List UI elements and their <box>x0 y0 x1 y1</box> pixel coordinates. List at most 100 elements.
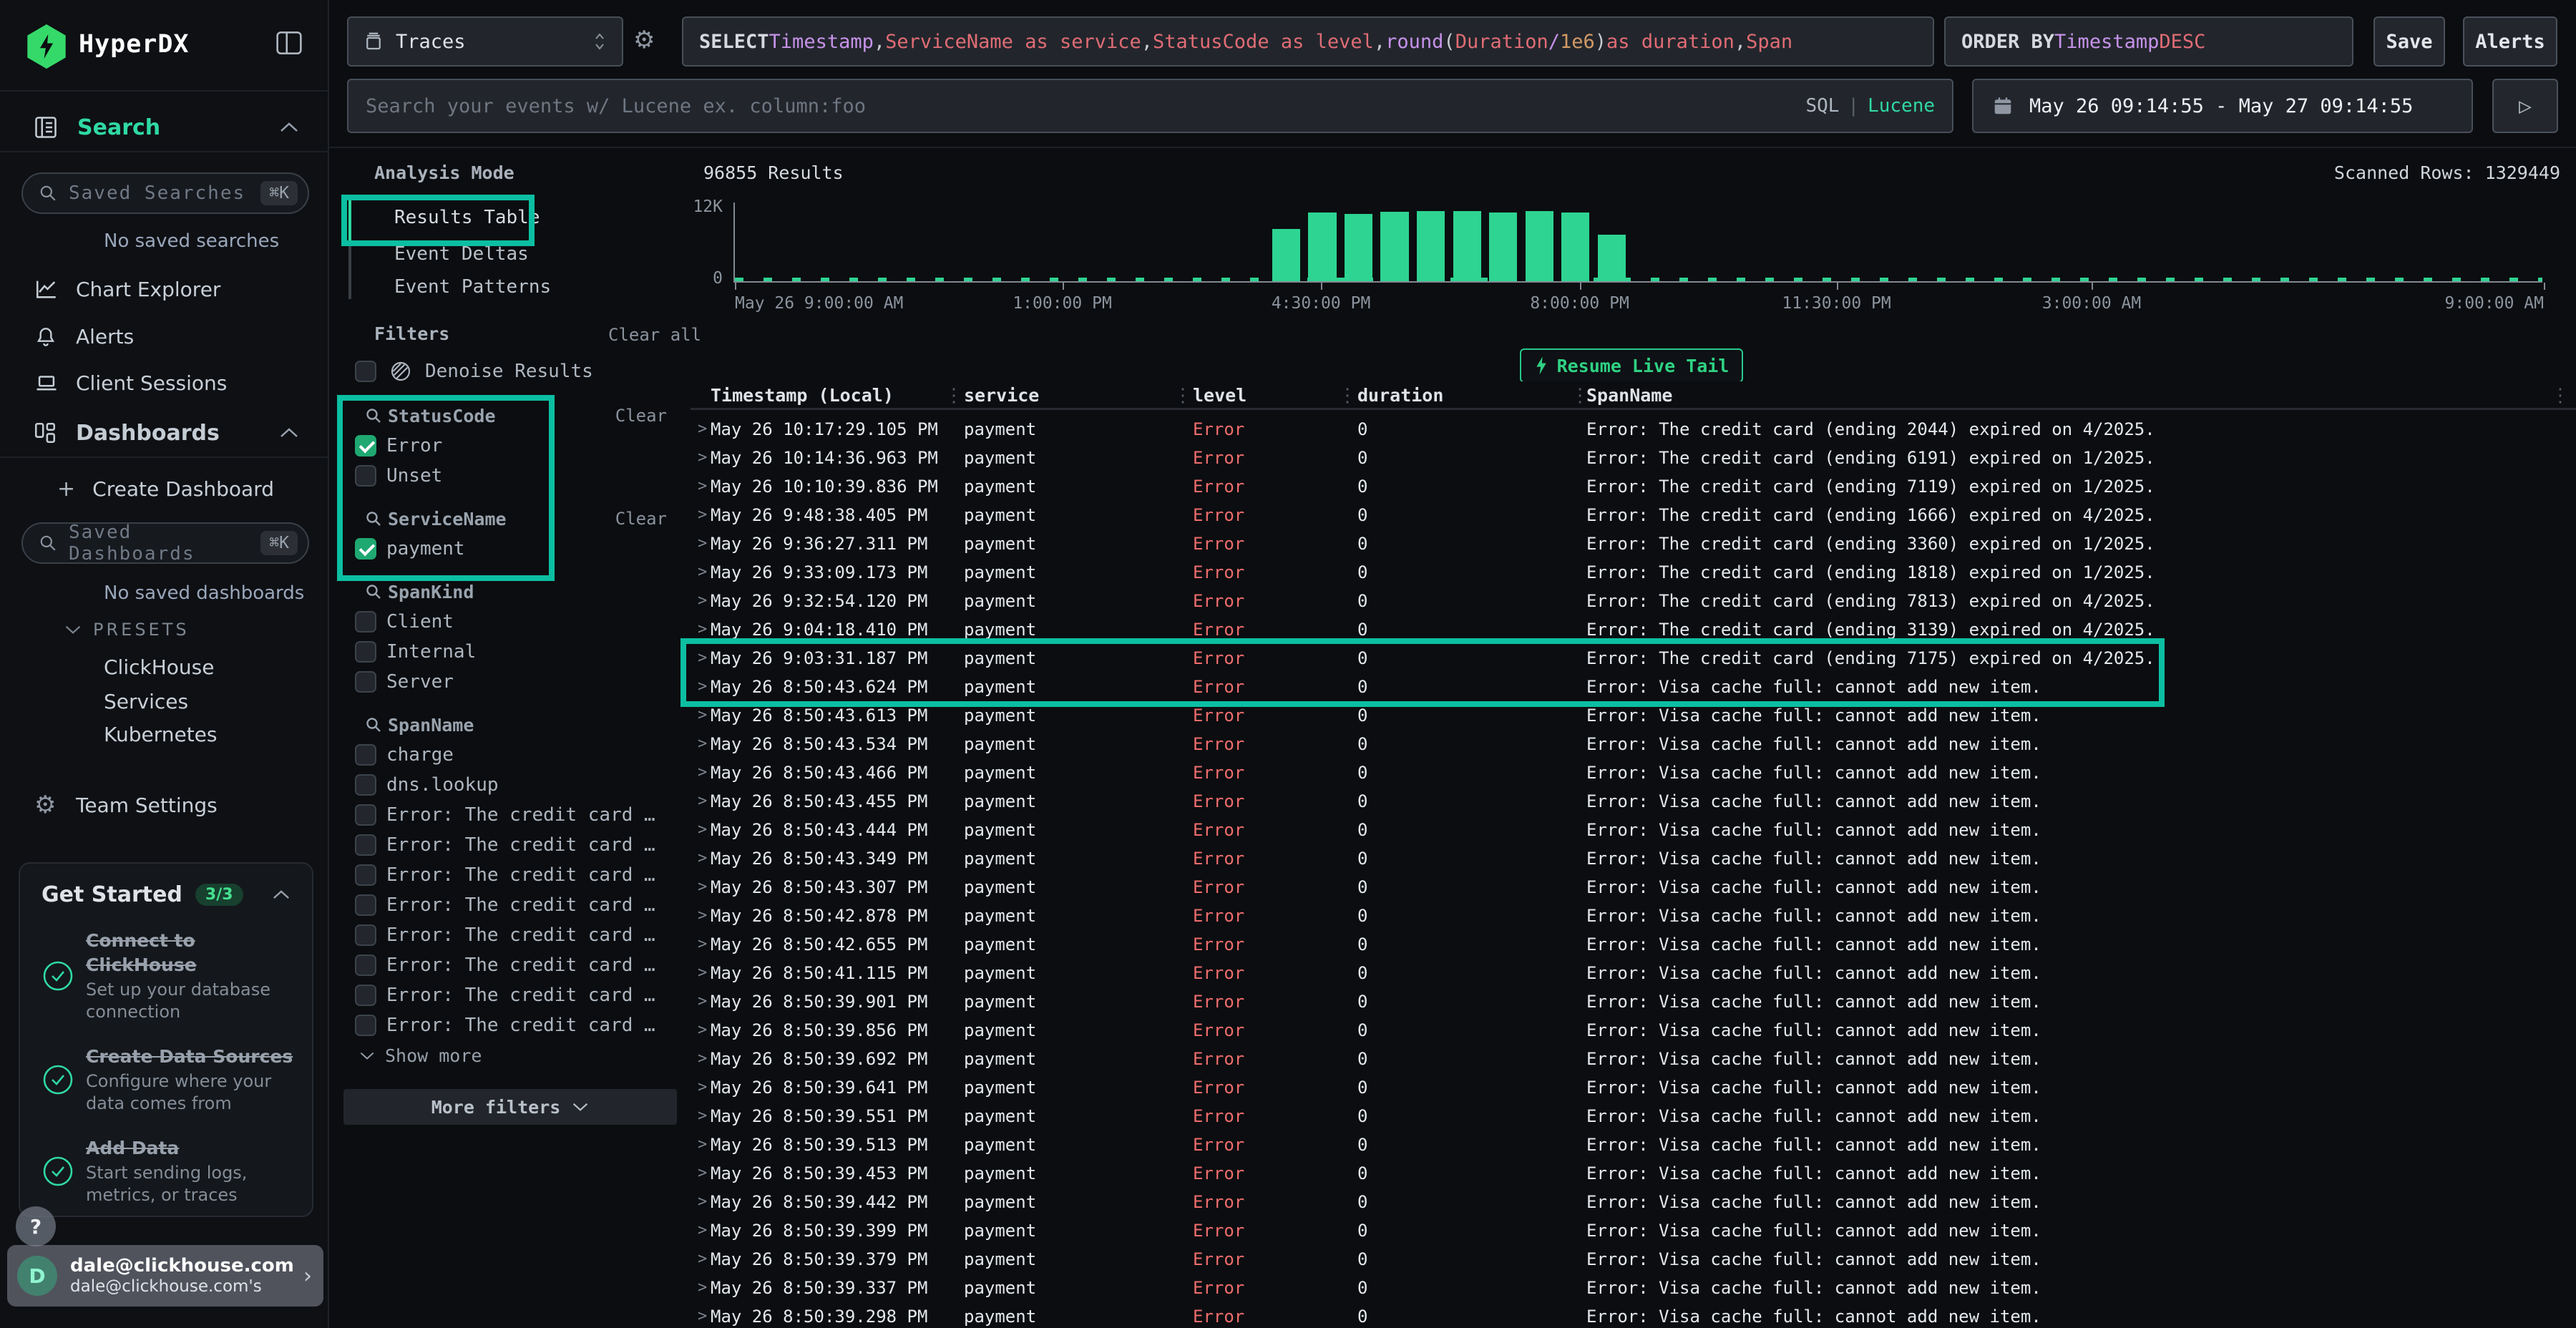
checkbox[interactable] <box>355 465 376 487</box>
preset-kubernetes[interactable]: Kubernetes <box>104 723 218 746</box>
histogram-bar[interactable] <box>1561 213 1589 281</box>
table-row[interactable]: >May 26 8:50:42.878 PMpaymentError0Error… <box>691 902 2576 930</box>
filter-clear-button[interactable]: Clear <box>615 406 667 426</box>
mode-event-patterns[interactable]: Event Patterns <box>394 276 551 298</box>
col-level[interactable]: level <box>1193 381 1246 410</box>
get-started-item[interactable]: Add DataStart sending logs, metrics, or … <box>42 1136 295 1206</box>
filter-option[interactable]: Error: The credit card … <box>343 920 678 950</box>
row-expand-chevron-icon[interactable]: > <box>698 987 707 1016</box>
table-row[interactable]: >May 26 8:50:39.692 PMpaymentError0Error… <box>691 1045 2576 1073</box>
column-resize-handle[interactable]: ⋮ <box>1338 381 1357 410</box>
filter-option[interactable]: Internal <box>343 637 678 667</box>
histogram-bar[interactable] <box>1453 211 1481 281</box>
run-query-button[interactable]: ▷ <box>2492 79 2558 133</box>
row-expand-chevron-icon[interactable]: > <box>698 873 707 902</box>
sidebar-item-client-sessions[interactable]: Client Sessions <box>0 361 328 404</box>
histogram-bar[interactable] <box>1489 213 1517 281</box>
row-expand-chevron-icon[interactable]: > <box>698 673 707 701</box>
row-expand-chevron-icon[interactable]: > <box>698 1216 707 1245</box>
sidebar-item-team-settings[interactable]: ⚙ Team Settings <box>0 783 328 826</box>
row-expand-chevron-icon[interactable]: > <box>698 1159 707 1188</box>
row-expand-chevron-icon[interactable]: > <box>698 1302 707 1328</box>
row-expand-chevron-icon[interactable]: > <box>698 415 707 444</box>
create-dashboard-button[interactable]: + Create Dashboard <box>57 477 274 502</box>
checkbox[interactable] <box>355 641 376 663</box>
saved-searches-input[interactable]: Saved Searches ⌘K <box>21 172 309 214</box>
events-histogram[interactable]: May 26 9:00:00 AM1:00:00 PM4:30:00 PM8:0… <box>733 202 2542 283</box>
row-expand-chevron-icon[interactable]: > <box>698 1016 707 1045</box>
user-menu[interactable]: D dale@clickhouse.com dale@clickhouse.co… <box>7 1245 323 1307</box>
table-row[interactable]: >May 26 8:50:43.444 PMpaymentError0Error… <box>691 816 2576 844</box>
row-expand-chevron-icon[interactable]: > <box>698 816 707 844</box>
table-row[interactable]: >May 26 8:50:39.551 PMpaymentError0Error… <box>691 1102 2576 1131</box>
sidebar-section-search[interactable]: Search <box>0 104 328 152</box>
row-expand-chevron-icon[interactable]: > <box>698 844 707 873</box>
table-row[interactable]: >May 26 9:04:18.410 PMpaymentError0Error… <box>691 615 2576 644</box>
table-row[interactable]: >May 26 8:50:43.534 PMpaymentError0Error… <box>691 730 2576 758</box>
table-row[interactable]: >May 26 8:50:39.453 PMpaymentError0Error… <box>691 1159 2576 1188</box>
lucene-search-input[interactable]: Search your events w/ Lucene ex. column:… <box>347 79 1953 133</box>
lang-toggle-sql[interactable]: SQL <box>1805 95 1839 117</box>
filter-option[interactable]: Error <box>343 431 678 461</box>
row-expand-chevron-icon[interactable]: > <box>698 730 707 758</box>
checkbox[interactable] <box>355 954 376 976</box>
presets-toggle[interactable]: PRESETS <box>64 620 190 640</box>
order-by-input[interactable]: ORDER BY Timestamp DESC <box>1944 16 2353 67</box>
alerts-button[interactable]: Alerts <box>2463 16 2557 67</box>
histogram-bar[interactable] <box>1380 212 1408 281</box>
checkbox[interactable] <box>355 985 376 1006</box>
filter-option[interactable]: Server <box>343 667 678 697</box>
table-row[interactable]: >May 26 8:50:43.613 PMpaymentError0Error… <box>691 701 2576 730</box>
show-more-button[interactable]: Show more <box>343 1040 678 1070</box>
filter-option[interactable]: charge <box>343 740 678 770</box>
table-row[interactable]: >May 26 9:48:38.405 PMpaymentError0Error… <box>691 501 2576 529</box>
histogram-bar[interactable] <box>1598 235 1626 281</box>
column-resize-handle[interactable]: ⋮ <box>945 381 963 410</box>
filter-option[interactable]: Error: The credit card … <box>343 830 678 860</box>
preset-services[interactable]: Services <box>104 690 188 713</box>
checkbox[interactable] <box>355 804 376 826</box>
filter-option[interactable]: dns.lookup <box>343 770 678 800</box>
histogram-bar[interactable] <box>1345 214 1372 281</box>
table-row[interactable]: >May 26 8:50:39.641 PMpaymentError0Error… <box>691 1073 2576 1102</box>
table-row[interactable]: >May 26 8:50:43.466 PMpaymentError0Error… <box>691 758 2576 787</box>
sidebar-section-dashboards[interactable]: Dashboards <box>0 409 328 458</box>
resume-live-tail-button[interactable]: Resume Live Tail <box>1520 348 1743 383</box>
table-row[interactable]: >May 26 8:50:43.307 PMpaymentError0Error… <box>691 873 2576 902</box>
row-expand-chevron-icon[interactable]: > <box>698 644 707 673</box>
col-spanname[interactable]: SpanName <box>1586 381 1672 410</box>
histogram-bar[interactable] <box>1272 229 1300 281</box>
row-expand-chevron-icon[interactable]: > <box>698 615 707 644</box>
checkbox[interactable] <box>355 538 376 560</box>
chevron-up-icon[interactable] <box>272 889 291 900</box>
row-expand-chevron-icon[interactable]: > <box>698 930 707 959</box>
row-expand-chevron-icon[interactable]: > <box>698 1102 707 1131</box>
mode-results-table[interactable]: Results Table <box>394 207 540 228</box>
checkbox[interactable] <box>355 611 376 633</box>
col-timestamp[interactable]: Timestamp (Local) <box>711 381 894 410</box>
time-range-picker[interactable]: May 26 09:14:55 - May 27 09:14:55 <box>1972 79 2473 133</box>
source-settings-gear-icon[interactable]: ⚙ <box>633 26 655 54</box>
checkbox[interactable] <box>355 864 376 886</box>
table-row[interactable]: >May 26 8:50:39.379 PMpaymentError0Error… <box>691 1245 2576 1274</box>
filter-option[interactable]: Error: The credit card … <box>343 980 678 1010</box>
filter-option[interactable]: Error: The credit card … <box>343 950 678 980</box>
get-started-item[interactable]: Connect to ClickHouseSet up your databas… <box>42 929 295 1023</box>
clear-all-button[interactable]: Clear all <box>608 325 701 345</box>
more-filters-button[interactable]: More filters <box>343 1089 677 1125</box>
denoise-checkbox[interactable] <box>355 361 376 382</box>
table-row[interactable]: >May 26 8:50:42.655 PMpaymentError0Error… <box>691 930 2576 959</box>
col-duration[interactable]: duration <box>1357 381 1443 410</box>
table-row[interactable]: >May 26 9:36:27.311 PMpaymentError0Error… <box>691 529 2576 558</box>
row-expand-chevron-icon[interactable]: > <box>698 1045 707 1073</box>
table-row[interactable]: >May 26 8:50:39.399 PMpaymentError0Error… <box>691 1216 2576 1245</box>
row-expand-chevron-icon[interactable]: > <box>698 1274 707 1302</box>
row-expand-chevron-icon[interactable]: > <box>698 701 707 730</box>
lang-toggle-lucene[interactable]: Lucene <box>1868 95 1935 117</box>
row-expand-chevron-icon[interactable]: > <box>698 558 707 587</box>
filter-option[interactable]: payment <box>343 534 678 564</box>
row-expand-chevron-icon[interactable]: > <box>698 787 707 816</box>
table-row[interactable]: >May 26 8:50:43.349 PMpaymentError0Error… <box>691 844 2576 873</box>
saved-dashboards-input[interactable]: Saved Dashboards ⌘K <box>21 522 309 564</box>
preset-clickhouse[interactable]: ClickHouse <box>104 655 214 679</box>
